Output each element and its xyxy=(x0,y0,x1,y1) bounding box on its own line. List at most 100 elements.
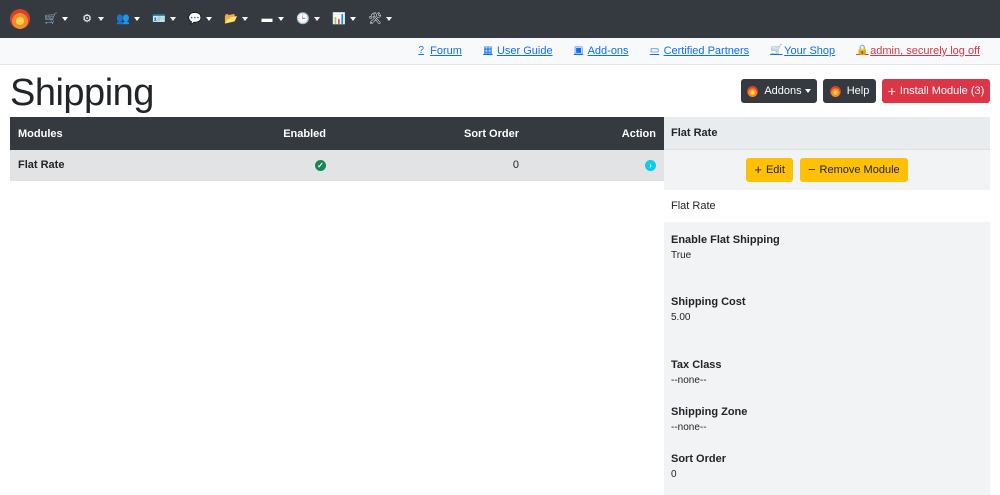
certified-partners-link[interactable]: ▭ Certified Partners xyxy=(649,45,750,57)
logout-label: admin, securely log off xyxy=(870,45,980,57)
folder-icon: 📂 xyxy=(224,13,238,25)
menu-configuration[interactable]: 🪪 xyxy=(152,13,176,25)
your-shop-link[interactable]: 🛒 Your Shop xyxy=(770,45,835,57)
edit-button[interactable]: + Edit xyxy=(746,158,793,182)
caret-down-icon xyxy=(242,17,248,21)
caret-down-icon xyxy=(386,17,392,21)
check-circle-icon: ✓ xyxy=(315,159,326,171)
id-badge-icon: ▭ xyxy=(649,45,660,56)
install-module-button[interactable]: + Install Module (3) xyxy=(882,79,990,103)
page-title: Shipping xyxy=(10,72,154,114)
caret-down-icon xyxy=(278,17,284,21)
question-circle-icon: ? xyxy=(418,45,424,56)
credit-card-icon: ▬ xyxy=(261,13,273,25)
help-button[interactable]: Help xyxy=(823,79,876,103)
forum-link[interactable]: ? Forum xyxy=(416,45,462,57)
caret-down-icon xyxy=(134,17,140,21)
folder-plus-icon: ▣ xyxy=(573,45,584,56)
setting-label: Enable Flat Shipping xyxy=(671,234,780,246)
lock-icon: 🔒 xyxy=(856,45,869,56)
menu-localization[interactable]: 💬 xyxy=(188,13,212,25)
module-detail-panel: Flat Rate + Edit − Remove Module Flat Rate… xyxy=(664,117,990,495)
menu-tools[interactable]: 🛠 xyxy=(368,13,392,25)
users-icon: 👥 xyxy=(116,13,130,25)
header-enabled: Enabled xyxy=(283,127,326,140)
minus-icon: − xyxy=(807,162,816,177)
panel-title: Flat Rate xyxy=(664,117,990,150)
modules-table: Modules Enabled Sort Order Action Flat R… xyxy=(10,117,664,181)
edit-button-label: Edit xyxy=(765,164,785,176)
install-button-label: Install Module (3) xyxy=(899,85,985,97)
remove-button-label: Remove Module xyxy=(819,164,900,176)
header-action: Action xyxy=(621,127,656,140)
user-guide-label: User Guide xyxy=(496,45,553,57)
menu-payments[interactable]: ▬ xyxy=(260,13,284,25)
setting-shipping-zone: Shipping Zone --none-- xyxy=(671,406,747,433)
menu-customers[interactable]: 👥 xyxy=(116,13,140,25)
setting-value: --none-- xyxy=(671,422,707,433)
certified-partners-label: Certified Partners xyxy=(663,45,750,57)
tools-icon: 🛠 xyxy=(368,13,382,25)
phoenix-logo-icon[interactable] xyxy=(10,9,30,29)
shopping-cart-icon: 🛒 xyxy=(770,45,783,56)
setting-value: 5.00 xyxy=(671,312,691,323)
setting-label: Shipping Cost xyxy=(671,296,746,308)
menu-modules[interactable]: ⚙ xyxy=(80,13,104,25)
your-shop-label: Your Shop xyxy=(784,45,836,57)
setting-label: Sort Order xyxy=(671,453,727,465)
panel-actions: + Edit − Remove Module xyxy=(664,150,990,190)
user-guide-link[interactable]: ▦ User Guide xyxy=(483,45,553,57)
menu-statistics[interactable]: 📊 xyxy=(332,13,356,25)
caret-down-icon xyxy=(314,17,320,21)
forum-label: Forum xyxy=(430,45,462,57)
caret-down-icon xyxy=(206,17,212,21)
plus-icon: + xyxy=(887,83,896,99)
header-sort-order: Sort Order xyxy=(463,127,519,140)
enabled-cell: ✓ xyxy=(315,150,326,180)
chart-icon: 📊 xyxy=(332,13,346,25)
panel-settings: Enable Flat Shipping True Shipping Cost … xyxy=(664,222,990,495)
table-header: Modules Enabled Sort Order Action xyxy=(10,117,664,150)
setting-shipping-cost: Shipping Cost 5.00 xyxy=(671,296,746,323)
addons-button-label: Addons xyxy=(764,85,802,97)
phoenix-logo-icon xyxy=(747,85,759,97)
setting-label: Tax Class xyxy=(671,359,722,371)
phoenix-logo-icon xyxy=(829,85,841,97)
setting-value: --none-- xyxy=(671,375,707,386)
setting-tax-class: Tax Class --none-- xyxy=(671,359,722,386)
secondary-links-bar: ? Forum ▦ User Guide ▣ Add-ons ▭ Certified P… xyxy=(0,38,1000,65)
arrow-right-circle-icon[interactable]: › xyxy=(645,159,656,171)
setting-label: Shipping Zone xyxy=(671,406,748,418)
action-cell: › xyxy=(645,150,656,180)
clock-icon: 🕒 xyxy=(296,13,310,25)
top-navbar: 🛒 ⚙ 👥 🪪 💬 📂 ▬ 🕒 📊 🛠 xyxy=(0,0,1000,38)
header-modules: Modules xyxy=(18,127,63,140)
main-menu: 🛒 ⚙ 👥 🪪 💬 📂 ▬ 🕒 📊 🛠 xyxy=(44,13,404,25)
panel-module-name: Flat Rate xyxy=(664,190,990,222)
id-card-icon: 🪪 xyxy=(152,13,166,25)
module-name: Flat Rate xyxy=(18,159,65,171)
addons-link[interactable]: ▣ Add-ons xyxy=(574,45,629,57)
setting-sort-order: Sort Order 0 xyxy=(671,453,726,480)
logout-link[interactable]: 🔒 admin, securely log off xyxy=(856,45,980,57)
caret-down-icon xyxy=(350,17,356,21)
menu-reports[interactable]: 📂 xyxy=(224,13,248,25)
setting-value: True xyxy=(671,250,692,261)
caret-down-icon xyxy=(804,89,811,93)
help-button-label: Help xyxy=(846,85,870,97)
caret-down-icon xyxy=(170,17,176,21)
addons-dropdown-button[interactable]: Addons xyxy=(741,79,817,103)
setting-enable-flat-shipping: Enable Flat Shipping True xyxy=(671,234,780,261)
caret-down-icon xyxy=(98,17,104,21)
table-row[interactable]: Flat Rate ✓ 0 › xyxy=(10,150,664,181)
map-icon: ▦ xyxy=(483,45,493,56)
caret-down-icon xyxy=(62,17,68,21)
plus-icon: + xyxy=(754,162,762,177)
cogs-icon: ⚙ xyxy=(82,13,92,25)
addons-label: Add-ons xyxy=(587,45,629,57)
menu-history[interactable]: 🕒 xyxy=(296,13,320,25)
cart-icon: 🛒 xyxy=(44,13,58,25)
menu-catalog[interactable]: 🛒 xyxy=(44,13,68,25)
setting-value: 0 xyxy=(671,469,677,480)
remove-module-button[interactable]: − Remove Module xyxy=(799,158,908,182)
